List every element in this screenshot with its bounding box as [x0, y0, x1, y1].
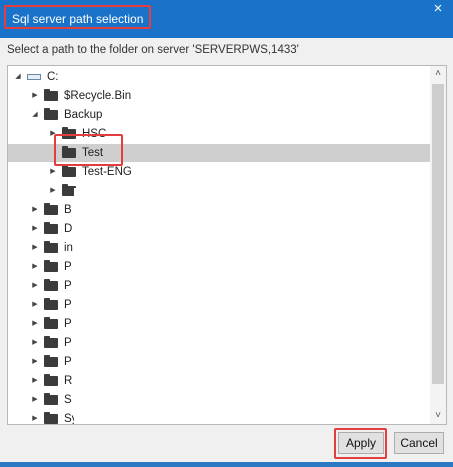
collapsed-arrow-icon[interactable]: ▶ — [30, 410, 40, 424]
folder-icon — [44, 336, 58, 348]
folder-icon — [44, 203, 58, 215]
apply-button[interactable]: Apply — [338, 432, 384, 454]
folder-icon — [44, 241, 58, 253]
tree-item-label: B — [64, 204, 72, 216]
folder-icon — [44, 412, 58, 424]
tree-item-label: D — [64, 223, 73, 235]
tree-item-label: $Recycle.Bin — [64, 90, 132, 102]
test-highlight-box — [54, 134, 123, 166]
collapsed-arrow-icon[interactable]: ▶ — [30, 239, 40, 257]
collapsed-arrow-icon[interactable]: ▶ — [30, 220, 40, 238]
tree-item[interactable]: ◢ Backup — [8, 106, 430, 124]
folder-icon — [44, 393, 58, 405]
cancel-button[interactable]: Cancel — [394, 432, 444, 454]
tree-drive-label: C: — [47, 71, 59, 83]
scroll-thumb[interactable] — [432, 84, 444, 384]
folder-icon — [44, 260, 58, 272]
tree-drive-row[interactable]: ◢ C: — [8, 68, 430, 86]
collapsed-arrow-icon[interactable]: ▶ — [30, 391, 40, 409]
collapsed-arrow-icon[interactable]: ▶ — [30, 277, 40, 295]
tree-item-label: S — [64, 394, 72, 406]
folder-icon — [44, 374, 58, 386]
folder-icon — [44, 298, 58, 310]
drive-icon — [27, 74, 41, 80]
instruction-text: Select a path to the folder on server 'S… — [7, 44, 299, 56]
collapsed-arrow-icon[interactable]: ▶ — [48, 182, 58, 200]
collapsed-arrow-icon[interactable]: ▶ — [30, 334, 40, 352]
folder-icon — [44, 279, 58, 291]
tree-item-label: Backup — [64, 109, 103, 121]
folder-icon — [44, 89, 58, 101]
collapsed-arrow-icon[interactable]: ▶ — [30, 296, 40, 314]
tree-item-label: in — [64, 242, 73, 254]
tree-item-label: P — [64, 261, 72, 273]
collapsed-arrow-icon[interactable]: ▶ — [30, 87, 40, 105]
taskbar-strip — [0, 462, 453, 467]
tree-item-label: P — [64, 337, 72, 349]
folder-icon — [44, 317, 58, 329]
scroll-down-icon[interactable]: ˅ — [430, 408, 446, 424]
folder-icon — [62, 165, 76, 177]
tree-item[interactable]: ▶ $Recycle.Bin — [8, 87, 430, 105]
tree-item-label: P — [64, 356, 72, 368]
collapsed-arrow-icon[interactable]: ▶ — [30, 353, 40, 371]
collapsed-arrow-icon[interactable]: ▶ — [30, 315, 40, 333]
tree-item-label: R — [64, 375, 73, 387]
folder-tree[interactable]: ◢ C: ▶ $Recycle.Bin ◢ Backup ▶ HSC Test ▶ Test-E… — [7, 65, 447, 425]
close-icon[interactable]: × — [429, 0, 447, 18]
folder-icon — [44, 108, 58, 120]
tree-blank-area — [74, 188, 440, 424]
collapsed-arrow-icon[interactable]: ▶ — [30, 372, 40, 390]
tree-item-label: P — [64, 280, 72, 292]
folder-icon — [44, 355, 58, 367]
scroll-up-icon[interactable]: ˄ — [430, 66, 446, 82]
tree-item-label: P — [64, 318, 72, 330]
expanded-arrow-icon[interactable]: ◢ — [13, 68, 23, 86]
tree-item-label: P — [64, 299, 72, 311]
expanded-arrow-icon[interactable]: ◢ — [30, 106, 40, 124]
vertical-scrollbar[interactable]: ˄ ˅ — [430, 66, 446, 424]
collapsed-arrow-icon[interactable]: ▶ — [30, 201, 40, 219]
title-bar: Sql server path selection × — [0, 0, 453, 38]
collapsed-arrow-icon[interactable]: ▶ — [30, 258, 40, 276]
folder-icon — [44, 222, 58, 234]
dialog-title: Sql server path selection — [4, 5, 152, 29]
